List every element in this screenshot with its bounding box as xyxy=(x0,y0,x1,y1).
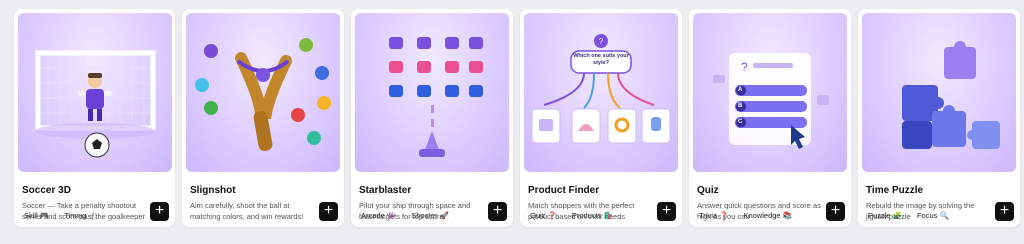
product-finder-thumbnail: ? Which one suits your style? xyxy=(524,13,678,172)
game-card-product-finder[interactable]: ? Which one suits your style? Quiz ❓ Pro… xyxy=(520,9,682,227)
card-title: Soccer 3D xyxy=(22,185,71,196)
card-title: Quiz xyxy=(697,185,719,196)
game-card-starblaster[interactable]: Arcade 👾 Shooter 🚀 Starblaster Pilot you… xyxy=(351,9,513,227)
quiz-option-c: C xyxy=(738,119,743,125)
card-description: Match shoppers with the perfect product … xyxy=(528,201,635,221)
quiz-icon: ? xyxy=(713,53,829,149)
svg-text:?: ? xyxy=(741,60,748,74)
slingshot-thumbnail xyxy=(186,13,340,172)
soccer-goal-icon xyxy=(35,50,156,158)
game-card-soccer-3d[interactable]: Skill 🎮 Timing ⏱️ Soccer 3D Soccer — Tak… xyxy=(14,9,175,227)
space-invaders-icon xyxy=(389,37,483,157)
card-description: Pilot your ship through space and blast … xyxy=(359,201,471,221)
card-title: Slignshot xyxy=(190,185,236,196)
add-button[interactable]: + xyxy=(150,202,169,221)
starblaster-thumbnail xyxy=(355,13,509,172)
quiz-thumbnail: ? A B C xyxy=(693,13,847,172)
quiz-option-b: B xyxy=(738,103,743,109)
game-card-quiz[interactable]: ? A B C Trivia ❓ Knowledge 📚 Quiz Answer… xyxy=(689,9,851,227)
quiz-option-a: A xyxy=(738,87,743,93)
svg-text:?: ? xyxy=(599,37,604,46)
game-card-grid: Skill 🎮 Timing ⏱️ Soccer 3D Soccer — Tak… xyxy=(14,9,1020,227)
slingshot-icon xyxy=(195,38,331,151)
jigsaw-icon xyxy=(902,41,1000,149)
soccer-thumbnail xyxy=(18,13,172,172)
add-button[interactable]: + xyxy=(488,202,507,221)
add-button[interactable]: + xyxy=(995,202,1014,221)
add-button[interactable]: + xyxy=(319,202,338,221)
time-puzzle-thumbnail xyxy=(862,13,1016,172)
card-description: Answer quick questions and score as high… xyxy=(697,201,821,221)
card-title: Time Puzzle xyxy=(866,185,924,196)
add-button[interactable]: + xyxy=(826,202,845,221)
add-button[interactable]: + xyxy=(657,202,676,221)
card-title: Starblaster xyxy=(359,185,412,196)
card-title: Product Finder xyxy=(528,185,600,196)
product-tree-icon: ? xyxy=(531,34,671,144)
card-description: Aim carefully, shoot the ball at matchin… xyxy=(190,201,304,221)
card-description: Soccer — Take a penalty shootout series … xyxy=(22,201,145,221)
card-description: Rebuild the image by solving the jigsaw … xyxy=(866,201,975,221)
game-card-time-puzzle[interactable]: Puzzle 🧩 Focus 🔍 Time Puzzle Rebuild the… xyxy=(858,9,1020,227)
game-card-slingshot[interactable]: Slignshot Aim carefully, shoot the ball … xyxy=(182,9,344,227)
style-question-bubble: Which one suits your style? xyxy=(573,53,629,66)
